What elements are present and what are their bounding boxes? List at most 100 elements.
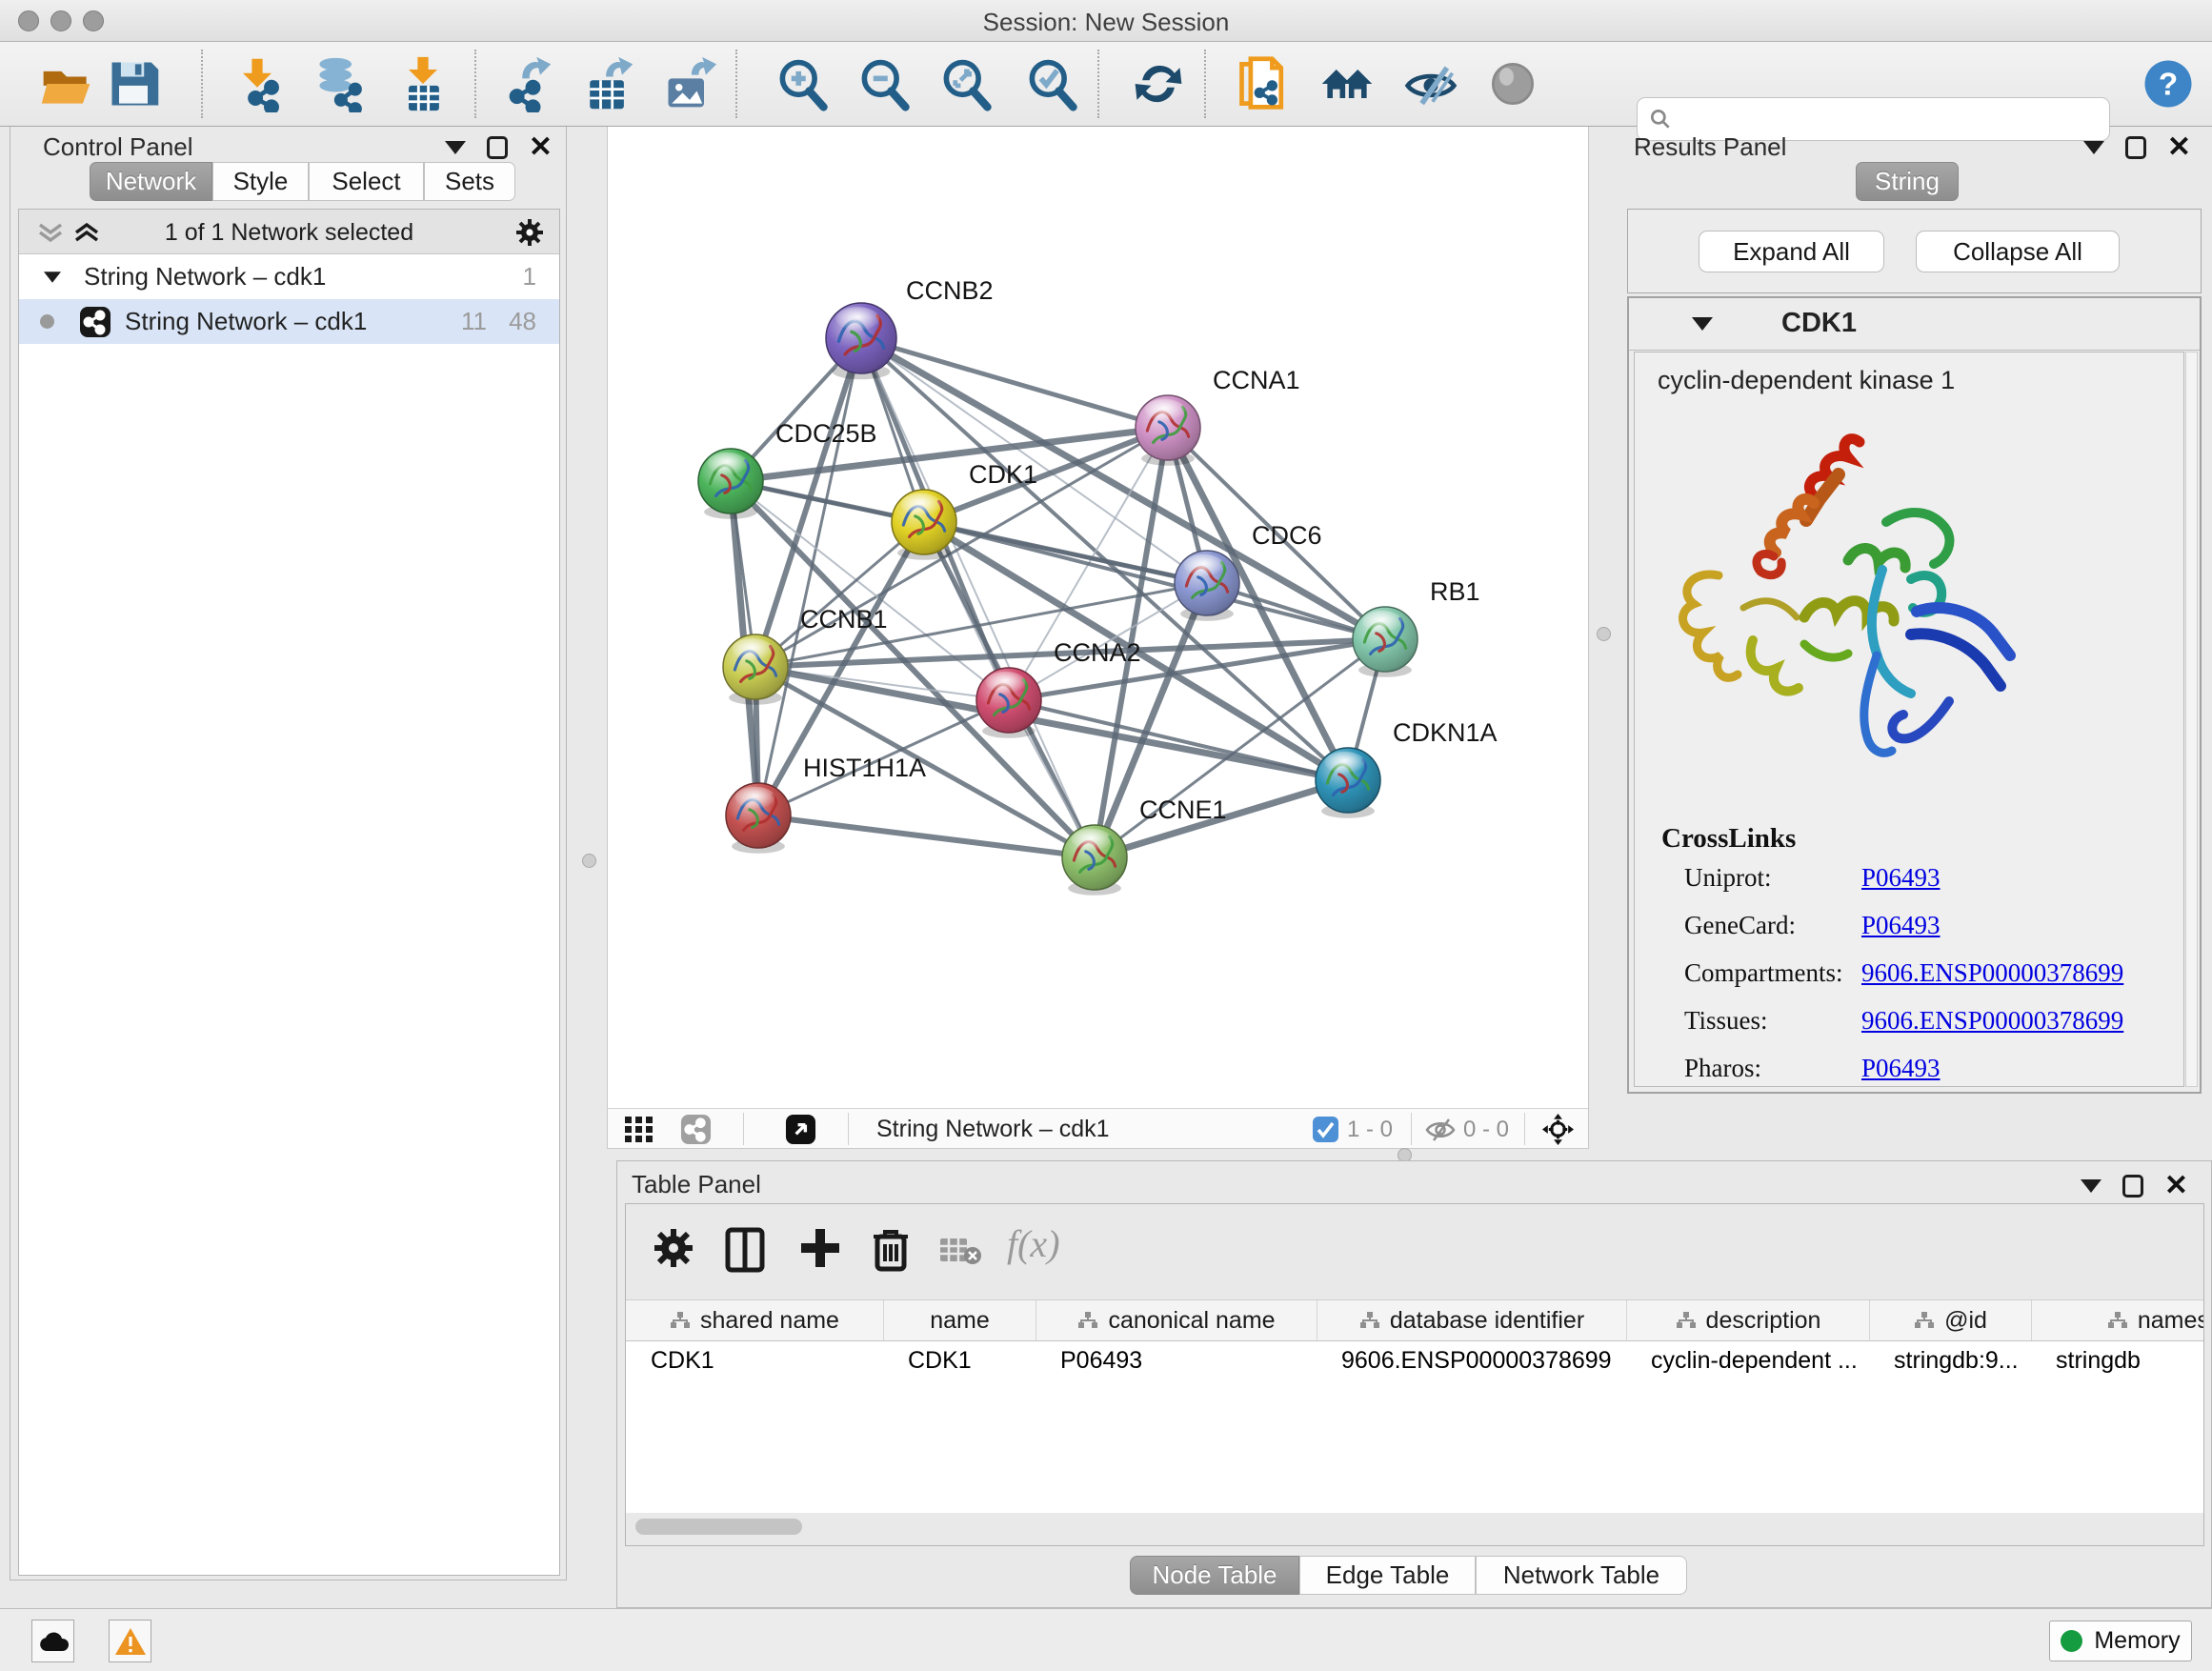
zoom-out-icon[interactable] bbox=[855, 55, 913, 112]
window-title: Session: New Session bbox=[0, 8, 2212, 37]
network-collection-row[interactable]: String Network – cdk1 1 bbox=[19, 254, 559, 299]
export-image-icon[interactable] bbox=[661, 55, 718, 112]
tab-edge-table[interactable]: Edge Table bbox=[1299, 1556, 1476, 1595]
table-cell[interactable]: CDK1 bbox=[626, 1341, 883, 1379]
panel-menu-icon[interactable] bbox=[2083, 141, 2104, 154]
import-database-icon[interactable] bbox=[311, 55, 368, 112]
table-cell[interactable]: stringdb bbox=[2031, 1341, 2204, 1379]
crosslink-link[interactable]: P06493 bbox=[1861, 1054, 1941, 1083]
node-label-CCNA1: CCNA1 bbox=[1213, 366, 1300, 394]
table-settings-gear-icon[interactable] bbox=[653, 1227, 694, 1269]
warning-icon bbox=[114, 1627, 147, 1656]
crosslink-link[interactable]: 9606.ENSP00000378699 bbox=[1861, 958, 2123, 988]
open-session-icon[interactable] bbox=[38, 55, 95, 112]
import-network-icon[interactable] bbox=[229, 55, 286, 112]
tab-node-table[interactable]: Node Table bbox=[1130, 1556, 1299, 1595]
column-header-id[interactable]: @id bbox=[1869, 1300, 2031, 1340]
panel-close-icon[interactable]: ✕ bbox=[2164, 1175, 2188, 1198]
results-scrollbar[interactable] bbox=[2185, 352, 2198, 1087]
export-network-icon[interactable] bbox=[497, 55, 554, 112]
tab-network[interactable]: Network bbox=[90, 162, 212, 201]
share-view-icon[interactable] bbox=[680, 1114, 712, 1145]
homes-icon[interactable] bbox=[1318, 55, 1376, 112]
column-header-namespace[interactable]: namespace bbox=[2031, 1300, 2204, 1340]
tree-expander-icon[interactable] bbox=[44, 272, 61, 282]
hide-selected-eye-icon[interactable] bbox=[1402, 55, 1459, 112]
import-table-icon[interactable] bbox=[394, 55, 452, 112]
gene-expander-icon[interactable] bbox=[1692, 317, 1713, 331]
delete-column-icon[interactable] bbox=[872, 1227, 910, 1273]
birds-eye-pan-icon[interactable] bbox=[1541, 1113, 1575, 1146]
network-options-gear-icon[interactable] bbox=[515, 218, 544, 247]
node-label-CCNA2: CCNA2 bbox=[1054, 638, 1141, 667]
panel-menu-icon[interactable] bbox=[2081, 1179, 2101, 1193]
save-session-icon[interactable] bbox=[105, 55, 162, 112]
table-hscrollbar[interactable] bbox=[635, 1519, 802, 1535]
panel-menu-icon[interactable] bbox=[445, 141, 466, 154]
panel-float-icon[interactable] bbox=[2122, 1175, 2143, 1198]
tab-sets[interactable]: Sets bbox=[424, 162, 515, 201]
left-splitter-grip[interactable] bbox=[582, 854, 596, 868]
column-header-canonicalname[interactable]: canonical name bbox=[1036, 1300, 1317, 1340]
node-CCNA1[interactable]: CCNA1 bbox=[1136, 366, 1300, 466]
show-all-eye-icon[interactable] bbox=[1484, 55, 1541, 112]
results-panel-title: Results Panel bbox=[1634, 132, 1786, 162]
network-canvas[interactable]: CCNB2CCNA1CDC25BCDK1CDC6RB1CCNB1CCNA2CDK… bbox=[607, 127, 1589, 1149]
table-cell[interactable]: 9606.ENSP00000378699 bbox=[1317, 1341, 1626, 1379]
crosslink-link[interactable]: P06493 bbox=[1861, 863, 1941, 893]
selected-checkbox-icon[interactable] bbox=[1313, 1117, 1338, 1142]
node-label-CDK1: CDK1 bbox=[969, 460, 1037, 489]
column-header-description[interactable]: description bbox=[1626, 1300, 1869, 1340]
zoom-fit-icon[interactable] bbox=[937, 55, 995, 112]
node-label-CCNB2: CCNB2 bbox=[906, 276, 994, 305]
zoom-in-icon[interactable] bbox=[774, 55, 831, 112]
show-columns-icon[interactable] bbox=[725, 1227, 765, 1273]
panel-close-icon[interactable]: ✕ bbox=[529, 136, 553, 159]
detach-view-icon[interactable] bbox=[785, 1114, 816, 1145]
open-string-file-icon[interactable] bbox=[1235, 55, 1292, 112]
memory-button[interactable]: Memory bbox=[2049, 1621, 2192, 1661]
tab-select[interactable]: Select bbox=[309, 162, 424, 201]
table-cell[interactable]: CDK1 bbox=[883, 1341, 1036, 1379]
table-cell[interactable]: stringdb:9... bbox=[1869, 1341, 2031, 1379]
warning-status-button[interactable] bbox=[109, 1620, 151, 1662]
toolbar-separator bbox=[201, 50, 203, 118]
node-table[interactable]: shared namenamecanonical namedatabase id… bbox=[626, 1299, 2204, 1379]
collection-count: 1 bbox=[523, 262, 536, 292]
table-cell[interactable]: cyclin-dependent ... bbox=[1626, 1341, 1869, 1379]
string-network-graph[interactable]: CCNB2CCNA1CDC25BCDK1CDC6RB1CCNB1CCNA2CDK… bbox=[608, 127, 1588, 1108]
node-RB1[interactable]: RB1 bbox=[1353, 577, 1480, 677]
tab-network-table[interactable]: Network Table bbox=[1476, 1556, 1687, 1595]
grid-view-icon[interactable] bbox=[625, 1117, 654, 1142]
crosslink-link[interactable]: 9606.ENSP00000378699 bbox=[1861, 1006, 2123, 1036]
panel-float-icon[interactable] bbox=[487, 136, 508, 159]
network-row[interactable]: String Network – cdk1 11 48 bbox=[19, 299, 559, 344]
expand-all-button[interactable]: Expand All bbox=[1699, 231, 1884, 272]
collapse-all-button[interactable]: Collapse All bbox=[1916, 231, 2120, 272]
tab-string[interactable]: String bbox=[1856, 162, 1959, 201]
gene-detail-box: CDK1 cyclin-dependent kinase 1 bbox=[1627, 296, 2202, 1094]
control-panel: Control Panel ✕ Network Style Select Set… bbox=[10, 127, 567, 1580]
toolbar-separator bbox=[735, 50, 737, 118]
column-header-name[interactable]: name bbox=[883, 1300, 1036, 1340]
toolbar-separator bbox=[1097, 50, 1099, 118]
refresh-view-icon[interactable] bbox=[1130, 55, 1187, 112]
node-CDKN1A[interactable]: CDKN1A bbox=[1316, 718, 1498, 818]
help-icon[interactable]: ? bbox=[2142, 57, 2195, 111]
table-cell[interactable]: P06493 bbox=[1036, 1341, 1317, 1379]
tab-style[interactable]: Style bbox=[212, 162, 309, 201]
panel-close-icon[interactable]: ✕ bbox=[2167, 136, 2191, 159]
status-bar: Memory bbox=[0, 1608, 2212, 1671]
export-table-icon[interactable] bbox=[579, 55, 636, 112]
memory-label: Memory bbox=[2094, 1627, 2180, 1655]
table-row[interactable]: CDK1CDK1P064939606.ENSP00000378699cyclin… bbox=[626, 1341, 2204, 1379]
control-panel-title: Control Panel bbox=[43, 132, 193, 162]
right-splitter-grip[interactable] bbox=[1597, 627, 1611, 641]
zoom-selected-icon[interactable] bbox=[1023, 55, 1080, 112]
cloud-status-button[interactable] bbox=[31, 1620, 74, 1662]
panel-float-icon[interactable] bbox=[2125, 136, 2146, 159]
column-header-sharedname[interactable]: shared name bbox=[626, 1300, 883, 1340]
crosslink-link[interactable]: P06493 bbox=[1861, 911, 1941, 940]
add-column-icon[interactable] bbox=[799, 1227, 841, 1269]
column-header-databaseidentifier[interactable]: database identifier bbox=[1317, 1300, 1626, 1340]
